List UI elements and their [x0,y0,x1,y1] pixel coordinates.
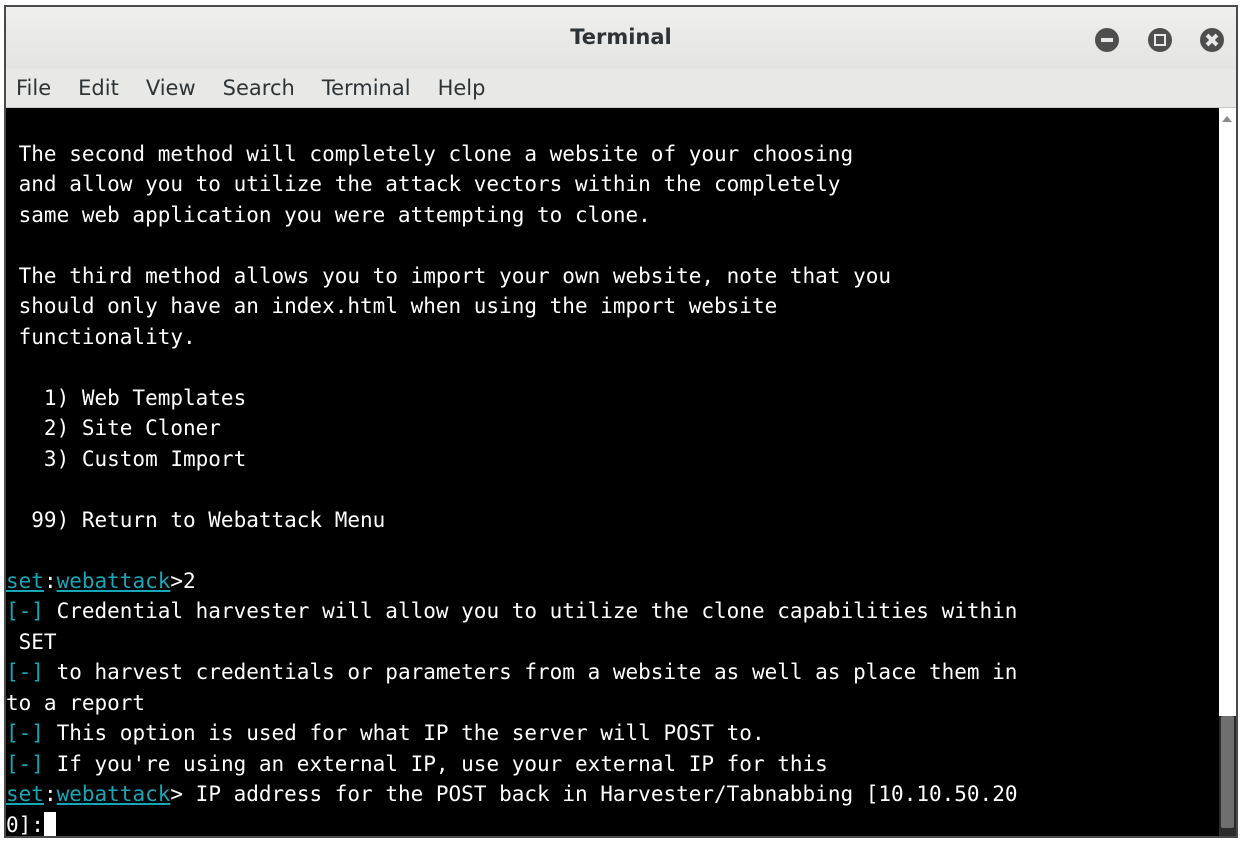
terminal-line: [-] If you're using an external IP, use … [6,749,1219,780]
menu-edit[interactable]: Edit [78,76,119,100]
info-marker: [-] [6,599,44,623]
terminal-line: same web application you were attempting… [6,200,1219,231]
terminal-line: set:webattack> IP address for the POST b… [6,779,1219,810]
line-text: functionality. [6,324,196,349]
terminal-line: The third method allows you to import yo… [6,261,1219,292]
line-text: 1) Web Templates [6,385,247,410]
terminal-line: 2) Site Cloner [6,413,1219,444]
scroll-up-icon[interactable] [1222,116,1232,122]
terminal-line: 3) Custom Import [6,444,1219,475]
menu-help[interactable]: Help [438,76,486,100]
line-text: 99) Return to Webattack Menu [6,507,386,532]
scrollbar-thumb[interactable] [1221,716,1234,828]
maximize-icon[interactable] [1148,28,1172,52]
prompt-set: set [6,782,44,806]
scrollbar-track[interactable] [1219,108,1236,716]
line-text: If you're using an external IP, use your… [43,751,828,776]
prompt-set: set [6,568,44,593]
line-text: The third method allows you to import yo… [6,263,892,288]
scrollbar[interactable] [1219,108,1236,836]
text-cursor [43,811,56,836]
line-text: > IP address for the POST back in Harves… [170,782,1018,806]
terminal-line: 1) Web Templates [6,383,1219,414]
info-marker: [-] [6,721,44,745]
line-text: to a report [6,690,146,715]
terminal-line: to a report [6,688,1219,719]
terminal-line: [-] to harvest credentials or parameters… [6,657,1219,688]
prompt-module: webattack [56,782,171,806]
terminal-line: The second method will completely clone … [6,139,1219,170]
menu-bar: File Edit View Search Terminal Help [6,69,1236,108]
terminal-line: should only have an index.html when usin… [6,291,1219,322]
info-marker: [-] [6,660,44,684]
line-text: should only have an index.html when usin… [6,294,778,318]
window-title: Terminal [570,25,672,49]
terminal-line: [-] This option is used for what IP the … [6,718,1219,749]
line-text: 2) Site Cloner [6,416,221,440]
terminal-window: Terminal File Edit View Search Terminal … [4,5,1238,838]
terminal-line: set:webattack>2 [6,566,1219,597]
prompt-separator: : [43,568,57,593]
line-text: same web application you were attempting… [6,202,651,227]
line-text: The second method will completely clone … [6,141,854,166]
menu-view[interactable]: View [146,76,196,100]
terminal-output[interactable]: The second method will completely clone … [6,108,1219,836]
menu-terminal[interactable]: Terminal [322,76,411,100]
terminal-line: functionality. [6,322,1219,353]
terminal-line: [-] Credential harvester will allow you … [6,596,1219,627]
terminal-line: 99) Return to Webattack Menu [6,505,1219,536]
line-text: This option is used for what IP the serv… [43,721,765,745]
info-marker: [-] [6,751,44,776]
menu-search[interactable]: Search [223,76,295,100]
line-text: to harvest credentials or parameters fro… [43,660,1018,684]
prompt-module: webattack [56,568,171,593]
terminal-line: 0]: [6,810,1219,837]
menu-file[interactable]: File [16,76,51,100]
line-text: SET [6,629,57,654]
line-text: and allow you to utilize the attack vect… [6,172,841,196]
prompt-separator: : [43,782,57,806]
line-text: >2 [170,568,196,593]
minimize-icon[interactable] [1095,28,1119,52]
line-text: 0]: [6,812,44,837]
terminal-line: SET [6,627,1219,658]
title-bar[interactable]: Terminal [6,7,1236,69]
terminal-line: and allow you to utilize the attack vect… [6,169,1219,200]
close-icon[interactable] [1200,28,1224,52]
line-text: Credential harvester will allow you to u… [43,599,1018,623]
line-text: 3) Custom Import [6,446,247,471]
